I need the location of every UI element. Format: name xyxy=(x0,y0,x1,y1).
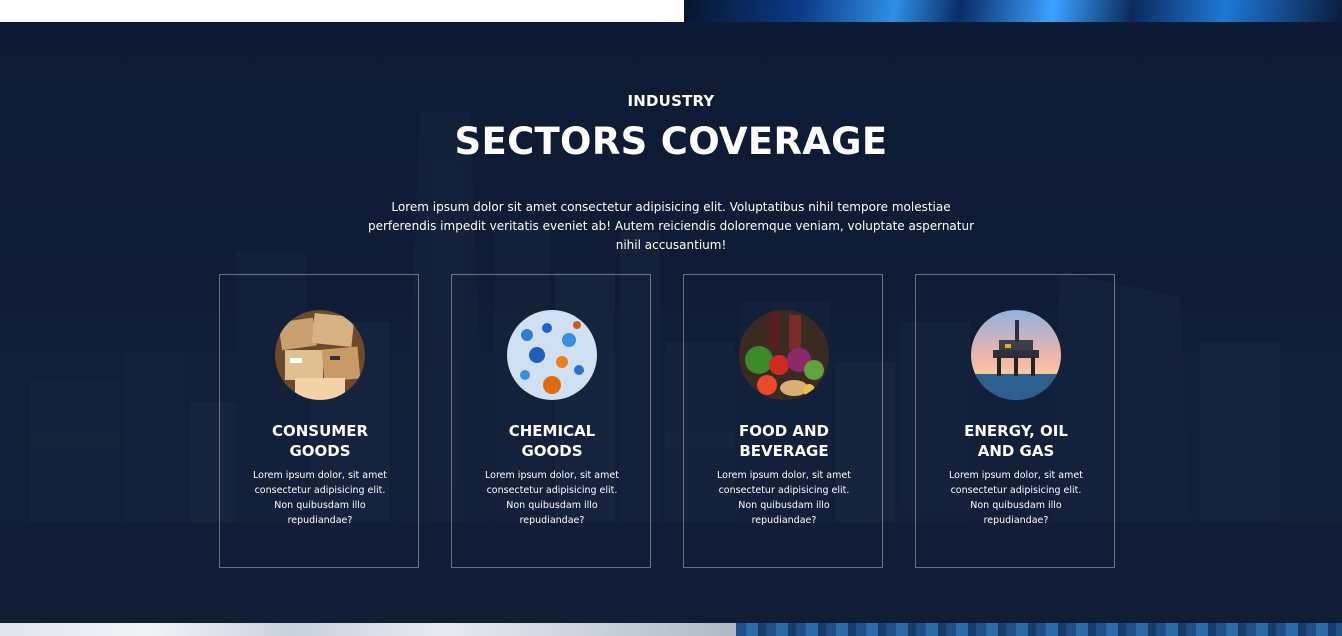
section-eyebrow: INDUSTRY xyxy=(627,92,715,110)
card-description: Lorem ipsum dolor, sit amet consectetur … xyxy=(485,470,619,526)
card-description: Lorem ipsum dolor, sit amet consectetur … xyxy=(717,470,851,526)
card-title: FOOD AND BEVERAGE xyxy=(684,421,884,461)
card-title-line-2: GOODS xyxy=(521,442,583,460)
card-title-line-1: CHEMICAL xyxy=(508,422,596,440)
card-title: ENERGY, OIL AND GAS xyxy=(916,421,1116,461)
card-title: CHEMICAL GOODS xyxy=(452,421,652,461)
sector-card-energy-oil-gas[interactable]: ENERGY, OIL AND GAS Lorem ipsum dolor, s… xyxy=(915,274,1115,568)
card-title: CONSUMER GOODS xyxy=(220,421,420,461)
next-section-image-right xyxy=(736,623,1342,636)
sector-card-food-and-beverage[interactable]: FOOD AND BEVERAGE Lorem ipsum dolor, sit… xyxy=(683,274,883,568)
sectors-coverage-section: INDUSTRY SECTORS COVERAGE Lorem ipsum do… xyxy=(0,22,1342,623)
liquid-droplets-image xyxy=(507,310,597,400)
sector-card-chemical-goods[interactable]: CHEMICAL GOODS Lorem ipsum dolor, sit am… xyxy=(451,274,651,568)
card-description: Lorem ipsum dolor, sit amet consectetur … xyxy=(949,470,1083,526)
groceries-image xyxy=(739,310,829,400)
card-title-line-2: GOODS xyxy=(289,442,351,460)
card-description: Lorem ipsum dolor, sit amet consectetur … xyxy=(253,470,387,526)
section-title: SECTORS COVERAGE xyxy=(454,120,888,163)
next-section-edge xyxy=(0,623,1342,636)
light-streak-banner xyxy=(684,0,1342,22)
oil-platform-image xyxy=(971,310,1061,400)
card-title-line-1: CONSUMER xyxy=(271,422,369,440)
card-title-line-1: ENERGY, OIL xyxy=(964,422,1068,440)
card-title-line-2: BEVERAGE xyxy=(739,442,829,460)
section-content: INDUSTRY SECTORS COVERAGE Lorem ipsum do… xyxy=(0,22,1342,623)
sector-card-consumer-goods[interactable]: CONSUMER GOODS Lorem ipsum dolor, sit am… xyxy=(219,274,419,568)
section-lead-text: Lorem ipsum dolor sit amet consectetur a… xyxy=(367,200,975,252)
cardboard-boxes-image xyxy=(275,310,365,400)
card-title-line-2: AND GAS xyxy=(977,442,1055,460)
card-title-line-1: FOOD AND xyxy=(738,422,830,440)
previous-section-edge xyxy=(0,0,1342,22)
next-section-image-left xyxy=(0,623,736,636)
